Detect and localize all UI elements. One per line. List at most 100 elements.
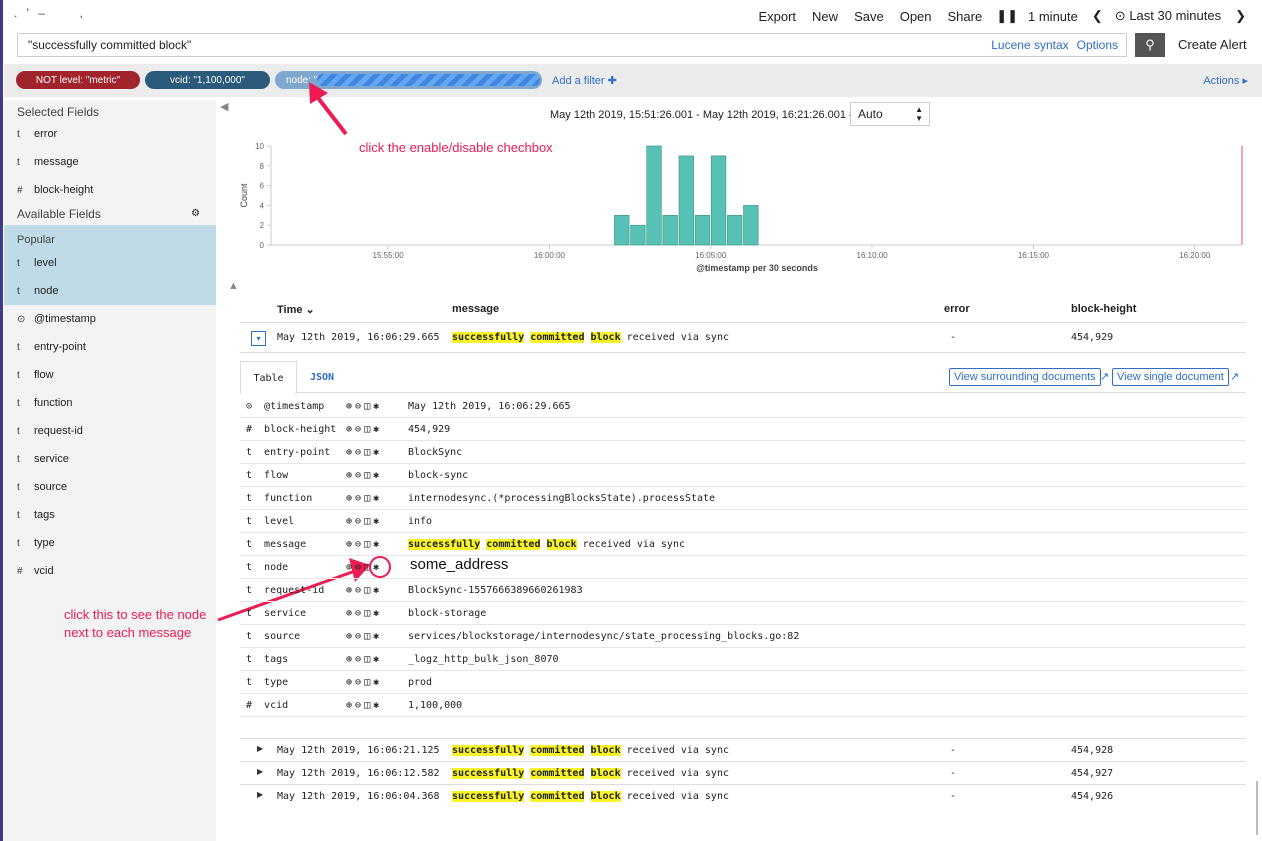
view-surrounding-documents-button[interactable]: View surrounding documents [949,368,1101,386]
sidebar-field-node[interactable]: t node [4,280,216,302]
actions-menu[interactable]: Actions ▸ [1203,74,1248,87]
open-button[interactable]: Open [900,9,932,24]
detail-row-tools[interactable]: ⊕ ⊖ ◫ ✱ [346,493,408,504]
zoom-out-icon[interactable]: ⊖ [355,700,361,711]
column-header-time[interactable]: Time ⌄ [277,303,315,316]
sidebar-field-flow[interactable]: t flow [4,364,216,386]
zoom-out-icon[interactable]: ⊖ [355,677,361,688]
toggle-column-icon[interactable]: ◫ [364,470,370,481]
filter-exists-icon[interactable]: ✱ [373,700,379,711]
zoom-out-icon[interactable]: ⊖ [355,539,361,550]
external-link-icon[interactable]: ↗ [1230,370,1239,383]
detail-row-tools[interactable]: ⊕ ⊖ ◫ ✱ [346,470,408,481]
sidebar-field-block-height[interactable]: # block-height [4,179,216,201]
collapse-chart-icon[interactable]: ▲ [228,280,239,292]
sidebar-field-type[interactable]: t type [4,532,216,554]
tab-table[interactable]: Table [240,361,297,394]
zoom-in-icon[interactable]: ⊕ [346,608,352,619]
lucene-syntax-link[interactable]: Lucene syntax [991,38,1068,52]
toggle-column-icon[interactable]: ◫ [364,677,370,688]
toggle-column-icon[interactable]: ◫ [364,447,370,458]
sidebar-field-tags[interactable]: t tags [4,504,216,526]
zoom-out-icon[interactable]: ⊖ [355,631,361,642]
zoom-in-icon[interactable]: ⊕ [346,424,352,435]
detail-row-tools[interactable]: ⊕ ⊖ ◫ ✱ [346,424,408,435]
add-filter-link[interactable]: Add a filter ✚ [552,74,617,87]
interval-select[interactable]: Auto ▲ ▼ [850,102,930,126]
options-link[interactable]: Options [1077,38,1118,52]
toggle-column-icon[interactable]: ◫ [364,493,370,504]
toggle-column-icon[interactable]: ◫ [364,585,370,596]
filter-exists-icon[interactable]: ✱ [373,677,379,688]
sidebar-field-level[interactable]: t level [4,252,216,274]
zoom-out-icon[interactable]: ⊖ [355,470,361,481]
filter-exists-icon[interactable]: ✱ [373,654,379,665]
expand-row-icon[interactable]: ▶ [257,790,263,799]
sidebar-field-entry-point[interactable]: t entry-point [4,336,216,358]
zoom-out-icon[interactable]: ⊖ [355,424,361,435]
sidebar-field-timestamp[interactable]: ⊙ @timestamp [4,308,216,330]
export-button[interactable]: Export [758,9,796,24]
column-header-block-height[interactable]: block-height [1071,303,1136,315]
scrollbar-thumb[interactable] [1256,781,1258,835]
search-button[interactable]: ⚲ [1135,33,1165,57]
next-time-icon[interactable]: ❯ [1235,8,1246,24]
zoom-out-icon[interactable]: ⊖ [355,585,361,596]
sidebar-field-message[interactable]: t message [4,151,216,173]
detail-row-tools[interactable]: ⊕ ⊖ ◫ ✱ [346,677,408,688]
external-link-icon[interactable]: ↗ [1100,370,1109,383]
filter-pill-vcid[interactable]: vcid: "1,100,000" [145,71,270,89]
share-button[interactable]: Share [948,9,983,24]
zoom-in-icon[interactable]: ⊕ [346,516,352,527]
filter-exists-icon[interactable]: ✱ [373,608,379,619]
sidebar-field-error[interactable]: t error [4,123,216,145]
zoom-out-icon[interactable]: ⊖ [355,608,361,619]
filter-exists-icon[interactable]: ✱ [373,424,379,435]
detail-row-tools[interactable]: ⊕ ⊖ ◫ ✱ [346,539,408,550]
detail-row-tools[interactable]: ⊕ ⊖ ◫ ✱ [346,608,408,619]
zoom-in-icon[interactable]: ⊕ [346,470,352,481]
filter-exists-icon[interactable]: ✱ [373,631,379,642]
detail-row-tools[interactable]: ⊕ ⊖ ◫ ✱ [346,401,408,412]
create-alert-button[interactable]: Create Alert [1178,37,1247,52]
sidebar-field-source[interactable]: t source [4,476,216,498]
toggle-column-icon[interactable]: ◫ [364,401,370,412]
detail-row-tools[interactable]: ⊕ ⊖ ◫ ✱ [346,585,408,596]
zoom-in-icon[interactable]: ⊕ [346,585,352,596]
sidebar-field-request-id[interactable]: t request-id [4,420,216,442]
filter-pill-not-level[interactable]: NOT level: "metric" [16,71,140,89]
zoom-in-icon[interactable]: ⊕ [346,539,352,550]
toggle-column-icon[interactable]: ◫ [364,608,370,619]
zoom-in-icon[interactable]: ⊕ [346,447,352,458]
zoom-in-icon[interactable]: ⊕ [346,677,352,688]
collapse-row-toggle[interactable]: ▾ [251,331,266,346]
pause-icon[interactable]: ❚❚ [996,8,1018,24]
new-button[interactable]: New [812,9,838,24]
detail-row-tools[interactable]: ⊕ ⊖ ◫ ✱ [346,700,408,711]
filter-exists-icon[interactable]: ✱ [373,493,379,504]
zoom-in-icon[interactable]: ⊕ [346,493,352,504]
filter-exists-icon[interactable]: ✱ [373,447,379,458]
zoom-in-icon[interactable]: ⊕ [346,700,352,711]
zoom-in-icon[interactable]: ⊕ [346,562,352,573]
column-header-message[interactable]: message [452,303,499,315]
filter-exists-icon[interactable]: ✱ [373,516,379,527]
zoom-out-icon[interactable]: ⊖ [355,654,361,665]
detail-row-tools[interactable]: ⊕ ⊖ ◫ ✱ [346,516,408,527]
save-button[interactable]: Save [854,9,884,24]
view-single-document-button[interactable]: View single document [1112,368,1229,386]
tab-json[interactable]: JSON [302,361,342,393]
filter-exists-icon[interactable]: ✱ [373,401,379,412]
toggle-column-icon[interactable]: ◫ [364,539,370,550]
filter-exists-icon[interactable]: ✱ [373,585,379,596]
zoom-out-icon[interactable]: ⊖ [355,562,361,573]
collapse-sidebar-icon[interactable]: ◀ [220,100,228,113]
zoom-out-icon[interactable]: ⊖ [355,493,361,504]
refresh-interval[interactable]: 1 minute [1028,9,1078,24]
column-header-error[interactable]: error [944,303,970,315]
sidebar-field-vcid[interactable]: # vcid [4,560,216,582]
zoom-out-icon[interactable]: ⊖ [355,401,361,412]
zoom-in-icon[interactable]: ⊕ [346,654,352,665]
zoom-in-icon[interactable]: ⊕ [346,401,352,412]
toggle-column-icon[interactable]: ◫ [364,516,370,527]
